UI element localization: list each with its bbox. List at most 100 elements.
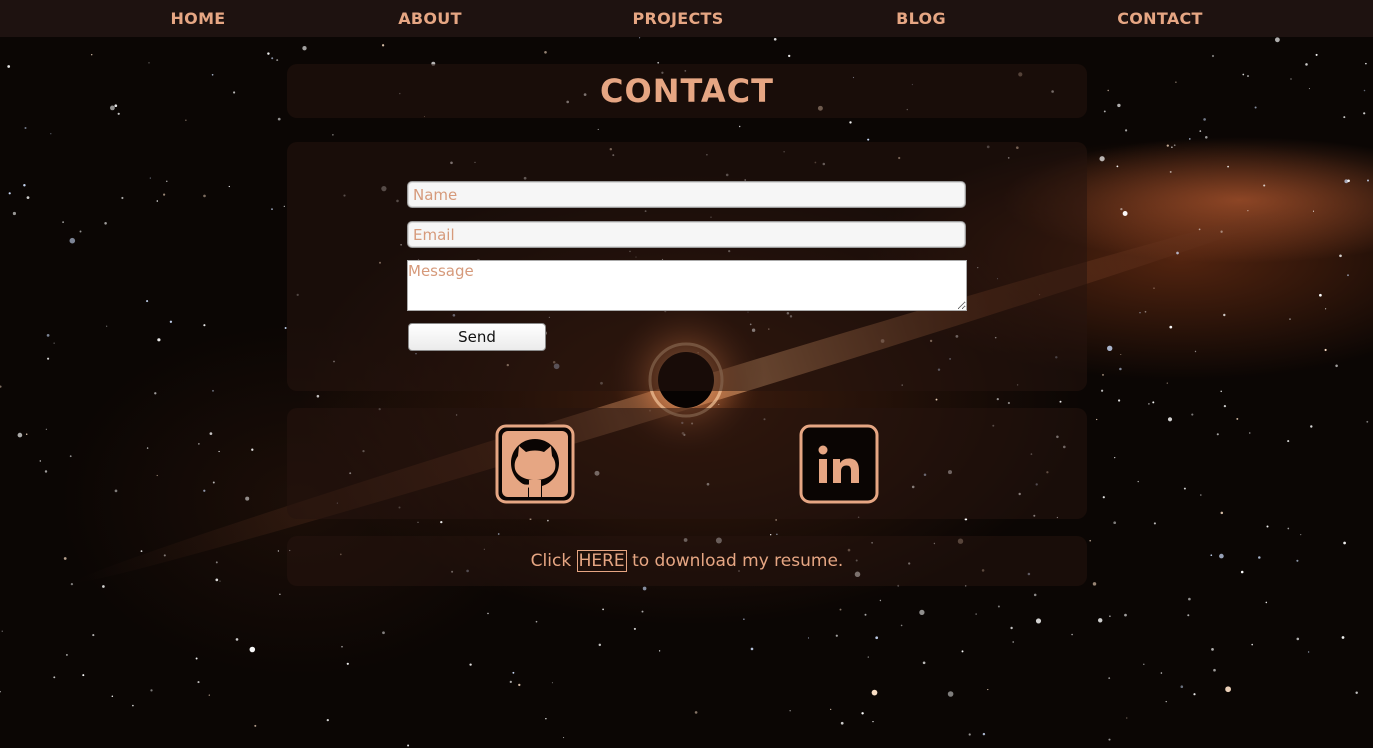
star xyxy=(1247,210,1249,212)
star xyxy=(1325,308,1327,310)
star xyxy=(249,646,256,653)
star xyxy=(46,334,50,337)
star xyxy=(1258,556,1261,559)
star xyxy=(1119,367,1122,371)
star xyxy=(146,300,149,303)
star xyxy=(1096,418,1098,421)
star xyxy=(25,433,28,435)
star xyxy=(1144,310,1147,313)
star xyxy=(602,608,604,611)
name-field[interactable] xyxy=(407,181,966,208)
star xyxy=(1143,663,1145,666)
star xyxy=(641,610,644,613)
nav-link-blog[interactable]: BLOG xyxy=(896,0,946,37)
nav-link-contact[interactable]: CONTACT xyxy=(1117,0,1203,37)
star xyxy=(694,711,698,714)
nav-link-about[interactable]: ABOUT xyxy=(398,0,462,37)
title-panel: CONTACT xyxy=(287,64,1087,118)
star xyxy=(382,631,385,635)
star xyxy=(839,608,842,611)
star xyxy=(1305,63,1308,66)
resume-download-link[interactable]: HERE xyxy=(576,550,627,572)
star xyxy=(53,676,56,679)
star xyxy=(1103,110,1106,113)
star xyxy=(975,613,977,615)
star xyxy=(1210,554,1213,557)
star xyxy=(157,338,161,342)
star xyxy=(1219,553,1224,559)
nav-link-home[interactable]: HOME xyxy=(170,0,225,37)
star xyxy=(1225,686,1231,693)
star xyxy=(879,599,882,602)
star xyxy=(140,550,143,552)
star xyxy=(50,133,52,135)
star xyxy=(203,194,206,198)
star xyxy=(968,733,971,736)
star xyxy=(104,222,107,225)
star xyxy=(198,443,200,445)
linkedin-icon xyxy=(799,424,879,504)
star xyxy=(150,689,153,692)
star xyxy=(17,432,23,438)
star xyxy=(1290,78,1292,80)
star xyxy=(776,533,778,535)
star xyxy=(1310,425,1313,428)
star xyxy=(1363,89,1366,92)
resume-suffix: to download my resume. xyxy=(632,551,844,571)
star xyxy=(1099,156,1105,162)
send-button[interactable]: Send xyxy=(408,323,546,351)
email-field[interactable] xyxy=(407,221,966,248)
star xyxy=(1117,399,1121,402)
star xyxy=(1097,618,1103,623)
star xyxy=(1199,130,1202,132)
star xyxy=(1160,672,1163,674)
page-title: CONTACT xyxy=(600,72,774,110)
star xyxy=(1101,373,1105,376)
star xyxy=(163,193,166,196)
star xyxy=(1101,389,1104,392)
star xyxy=(271,208,273,210)
star xyxy=(1274,37,1280,43)
star xyxy=(1010,626,1013,630)
star xyxy=(563,737,565,739)
star xyxy=(1363,112,1366,115)
star xyxy=(1211,648,1214,651)
star xyxy=(1092,582,1097,586)
star xyxy=(789,710,791,712)
star xyxy=(947,691,954,697)
star xyxy=(1180,685,1184,688)
message-field[interactable] xyxy=(407,260,967,311)
resume-panel: Click HERE to download my resume. xyxy=(287,536,1087,586)
star xyxy=(1236,417,1239,420)
star xyxy=(203,324,206,327)
linkedin-link[interactable] xyxy=(799,424,879,504)
star xyxy=(39,460,42,462)
star xyxy=(867,656,869,658)
star xyxy=(346,662,349,665)
star xyxy=(1251,643,1253,646)
star xyxy=(251,448,254,451)
star xyxy=(1137,480,1139,483)
nav-link-projects[interactable]: PROJECTS xyxy=(632,0,723,37)
star xyxy=(512,671,515,674)
resume-text: Click HERE to download my resume. xyxy=(287,536,1087,586)
star xyxy=(1307,651,1310,653)
github-link[interactable] xyxy=(495,424,575,504)
star xyxy=(1343,541,1346,545)
star xyxy=(830,708,832,711)
star xyxy=(867,138,870,141)
star xyxy=(0,385,2,388)
star xyxy=(1113,521,1117,525)
star xyxy=(1220,390,1222,393)
star xyxy=(381,44,385,47)
star xyxy=(117,112,120,115)
star xyxy=(166,180,168,182)
star xyxy=(1187,614,1190,617)
star xyxy=(254,724,257,727)
star xyxy=(1254,106,1257,109)
star xyxy=(544,50,547,54)
star xyxy=(185,119,187,121)
star xyxy=(1347,274,1349,277)
star xyxy=(245,496,250,501)
star xyxy=(773,37,777,41)
